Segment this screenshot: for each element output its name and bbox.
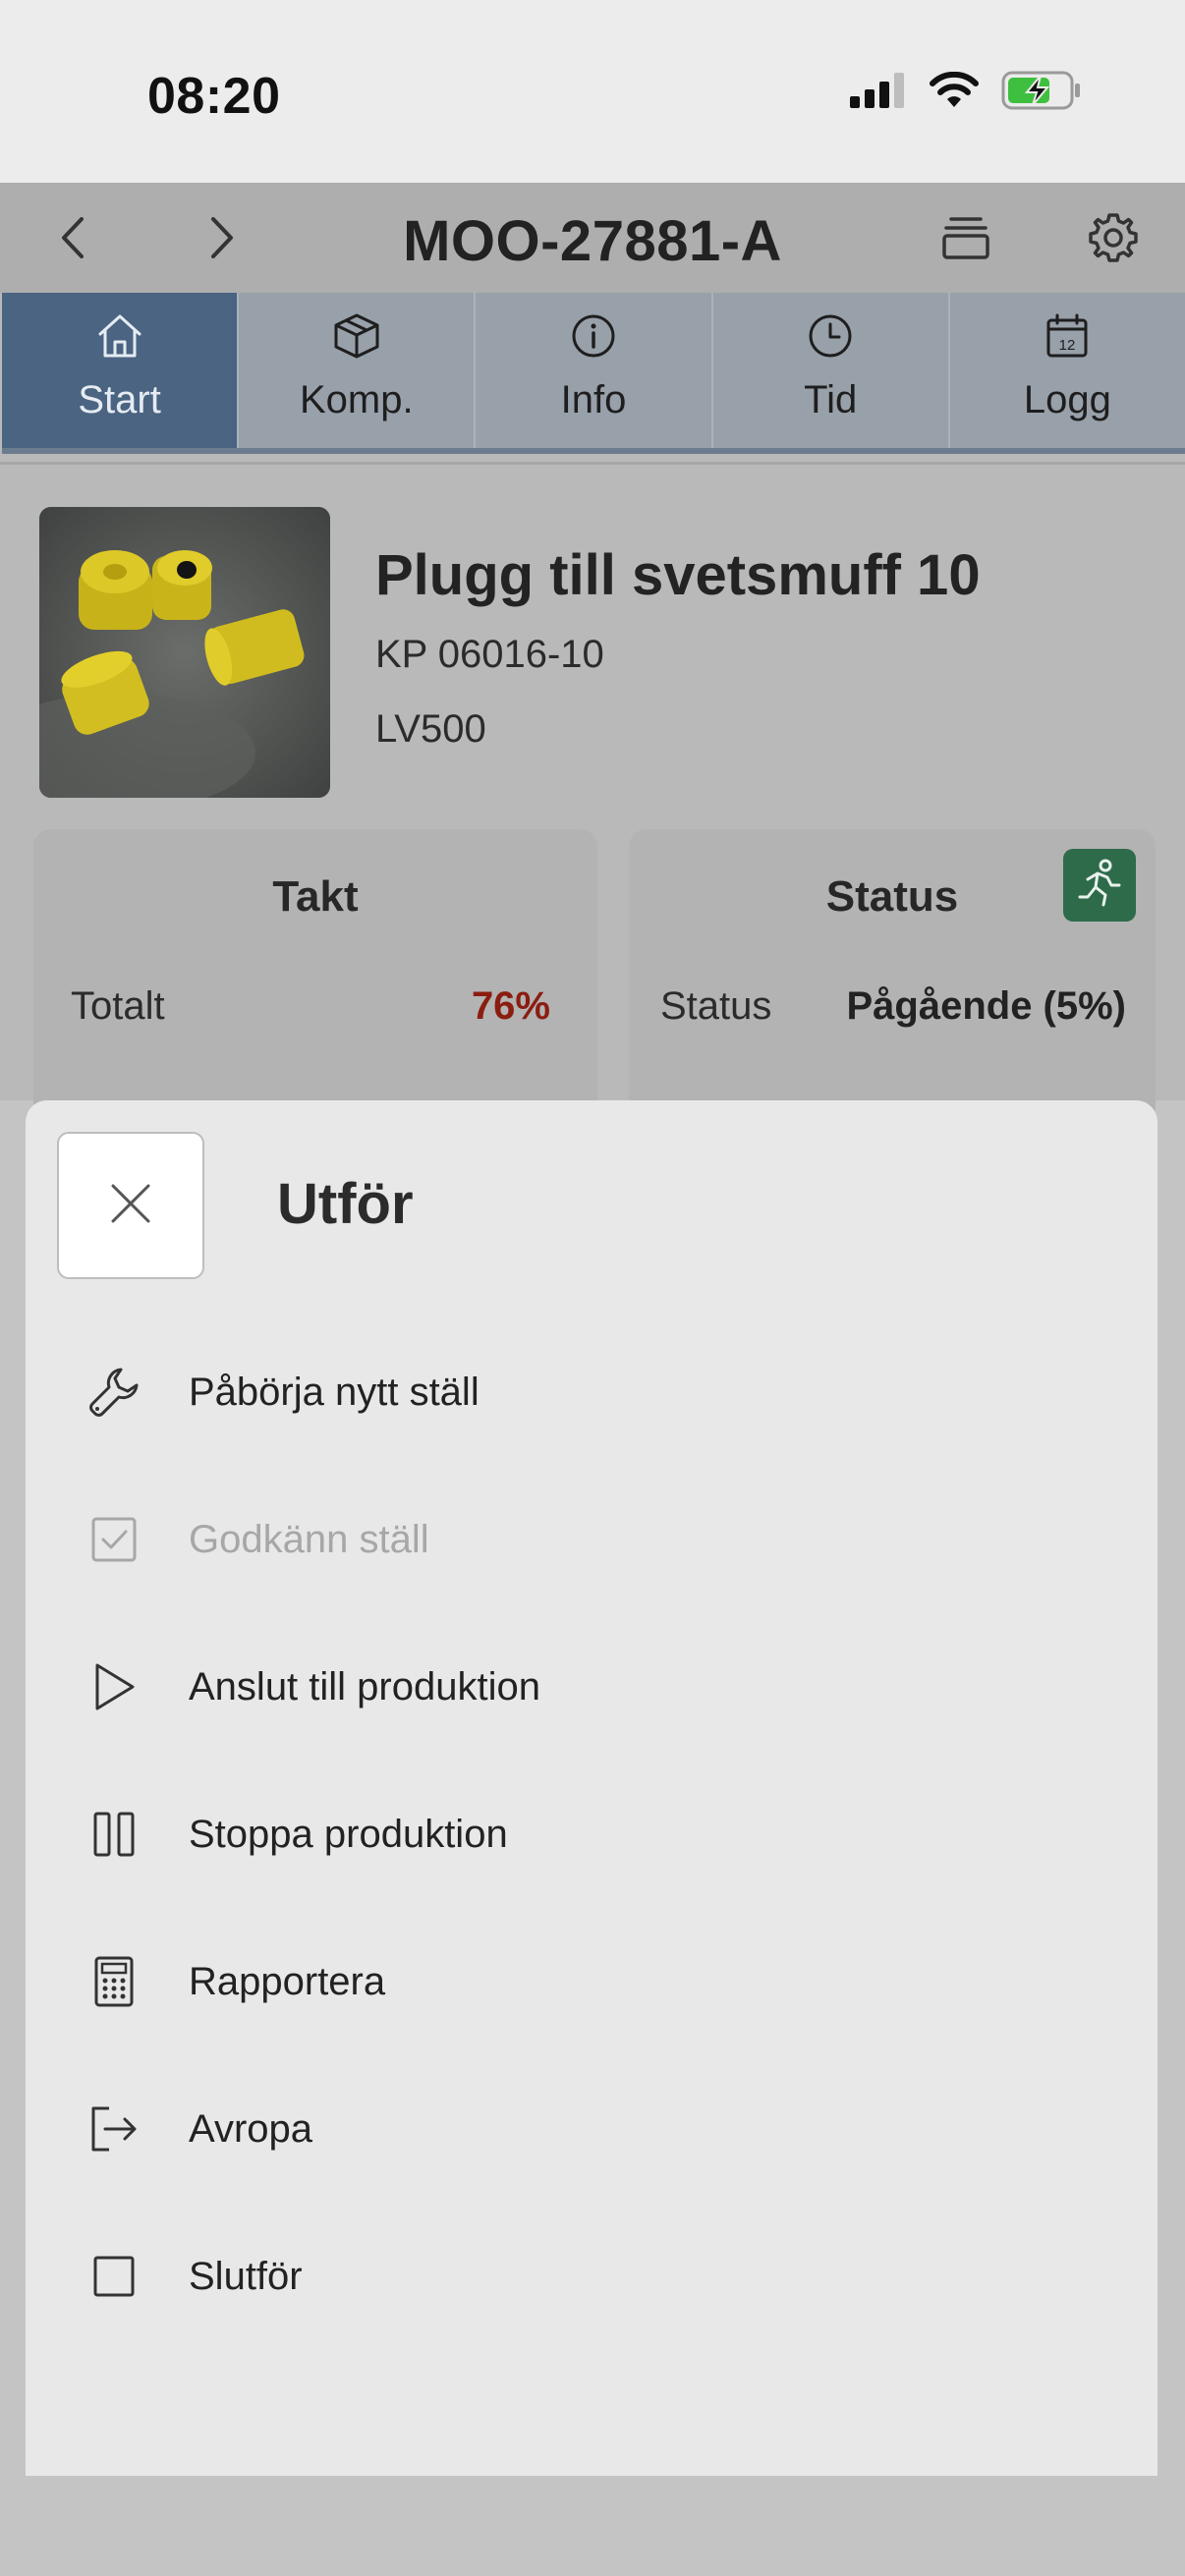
product-code: KP 06016-10 [375,633,604,676]
wifi-icon [929,71,980,114]
menu-item-label: Anslut till produktion [189,1664,540,1708]
close-icon [109,1182,152,1230]
menu-item-call-off[interactable]: Avropa [26,2055,1157,2203]
status-value: Pågående (5%) [846,984,1126,1028]
tab-label: Info [560,378,627,421]
system-icons [850,71,1082,115]
running-person-icon [1074,858,1125,914]
product-image [39,507,330,798]
menu-item-start-new-rack[interactable]: Påbörja nytt ställ [26,1318,1157,1466]
checkbox-empty-icon [85,2247,143,2306]
action-sheet: Utför Påbörja nytt ställ Godkänn ställ A… [26,1100,1157,2476]
product-line: LV500 [375,707,486,751]
info-icon [569,312,618,364]
clock-icon [806,312,855,364]
takt-row-label: Totalt [71,984,165,1028]
tab-komp[interactable]: Komp. [239,293,477,448]
menu-item-label: Avropa [189,2106,313,2151]
tab-label: Start [78,378,161,421]
battery-charging-icon [1001,71,1082,115]
menu-item-finish[interactable]: Slutför [26,2203,1157,2350]
takt-card[interactable]: Takt Totalt 76% [33,829,597,1124]
tab-label: Logg [1023,378,1111,421]
wrench-icon [85,1363,143,1422]
divider [0,462,1185,465]
tab-bar: Start Komp. Info Tid 12 Logg [2,293,1185,454]
page-title: MOO-27881-A [403,209,782,273]
cellular-signal-icon [850,73,907,113]
checkbox-checked-icon [85,1510,143,1569]
layers-icon [941,215,990,265]
exit-icon [85,2100,143,2158]
box-icon [332,312,381,364]
tab-label: Tid [804,378,858,421]
menu-item-label: Stoppa produktion [189,1812,508,1856]
status-time: 08:20 [147,68,281,125]
menu-item-stop-production[interactable]: Stoppa produktion [26,1761,1157,1908]
home-icon [95,312,144,364]
status-card[interactable]: Status Status Pågående (5%) [629,829,1156,1124]
close-button[interactable] [57,1132,204,1279]
calculator-icon [85,1952,143,2011]
action-menu: Påbörja nytt ställ Godkänn ställ Anslut … [26,1318,1157,2350]
card-title: Takt [272,872,359,921]
order-page: MOO-27881-A Start Komp. Info Tid 12 Logg… [0,183,1185,1124]
settings-button[interactable] [1086,212,1141,267]
sheet-title: Utför [277,1172,414,1236]
menu-item-approve-rack[interactable]: Godkänn ställ [26,1466,1157,1613]
menu-item-label: Rapportera [189,1959,386,2003]
tab-info[interactable]: Info [476,293,713,448]
running-status-badge [1063,849,1136,922]
product-name: Plugg till svetsmuff 10 [375,543,981,607]
menu-item-join-production[interactable]: Anslut till produktion [26,1613,1157,1761]
tab-label: Komp. [300,378,414,421]
takt-value: 76% [471,984,550,1028]
status-bar: 08:20 [0,0,1185,183]
calendar-icon: 12 [1043,312,1092,364]
tab-logg[interactable]: 12 Logg [950,293,1185,448]
menu-item-label: Påbörja nytt ställ [189,1370,480,1414]
status-row-label: Status [660,984,772,1028]
top-navbar: MOO-27881-A [0,183,1185,293]
tab-start[interactable]: Start [2,293,240,448]
tab-tid[interactable]: Tid [713,293,950,448]
stack-button[interactable] [938,212,993,267]
menu-item-label: Godkänn ställ [189,1517,429,1561]
pause-icon [85,1805,143,1864]
menu-item-label: Slutför [189,2254,303,2298]
play-icon [85,1657,143,1716]
svg-text:12: 12 [1059,337,1076,354]
gear-icon [1087,211,1140,269]
menu-item-report[interactable]: Rapportera [26,1908,1157,2055]
